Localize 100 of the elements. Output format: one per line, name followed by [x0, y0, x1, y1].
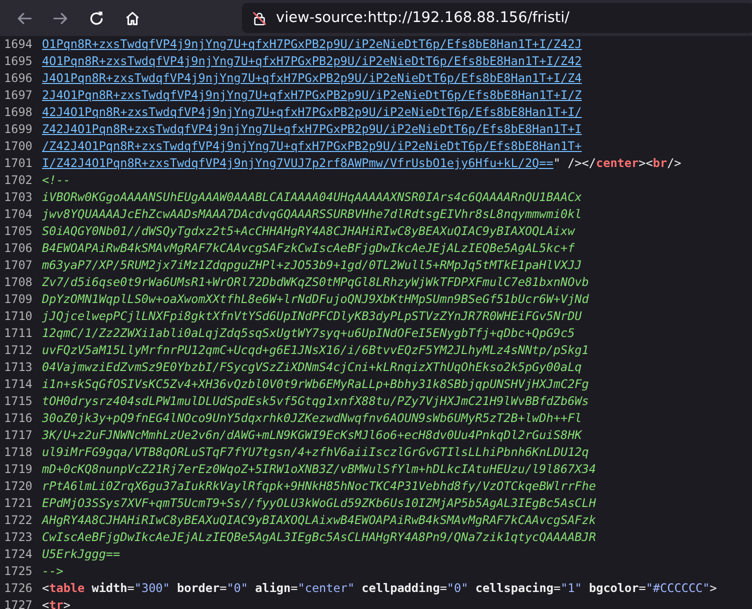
comment-text: iVBORw0KGgoAAAANSUhEUgAAAW0AAABLCAIAAAA04UHqAAAAAXNSR0IArs4c6QAAAARnQU1BAACx [42, 190, 582, 204]
line-number: 1710 [3, 308, 34, 325]
comment-text: <!-- [42, 173, 70, 187]
line-number: 1695 [3, 53, 34, 70]
source-link[interactable]: I/Z42J4O1Pqn8R+zxsTwdqfVP4j9njYng7VUJ7p2rf8AWPmw/VfrUsbO1ejy6Hfu+kL/2Q== [42, 156, 554, 170]
markup-punctuation: < [42, 581, 50, 595]
address-bar[interactable]: view-source:http://192.168.88.156/fristi/ [242, 3, 752, 33]
line-number: 1707 [3, 257, 34, 274]
comment-text: 30oZ0jk3y+pQ9fnEG4lNOco9UnY5dqxrhk0JZKezwdNwqfnv6AOUN9sWb6UMyR5zT2B+lwDh++Fl [42, 411, 582, 425]
comment-text: m63yaP7/XP/5RUM2jx7iMz1ZdqpguZHPl+zJO53b9+1gd/0TL2Wull5+RMpJq5tMTkE1paHlVXJJ [42, 258, 582, 272]
attribute-name: cellspacing [474, 581, 554, 595]
comment-text: uvFQzV5aM15LlyMrfnrPU12qmC+Ucqd+g6E1JNsX16/i/6BtvvEQzF5YM2JLhyMLz4sNNtp/pSkg1 [42, 343, 589, 357]
attribute-value: "#CCCCCC" [646, 581, 710, 595]
markup-punctuation: > [710, 581, 717, 595]
markup-punctuation: = [220, 581, 227, 595]
line-number: 1712 [3, 342, 34, 359]
attribute-name: cellpadding [360, 581, 440, 595]
comment-text: ul9iMrFG9gqa/VTB8qORLuSTqF7fYU7tgsn/4+zfhV6aiiIsczlGrGvGTIlsLLhiPbnh6KnLDU12q [42, 445, 589, 459]
tag-name: br [652, 156, 668, 170]
comment-text: S0iAQGY0Nb01//dWSQyTgdxz2t5+AcCHHAHgRY4A8CJHAHiRIwC8yBEAXuQIAC9yBIAXOQLAixw [42, 224, 575, 238]
source-link[interactable]: J4O1Pqn8R+zxsTwdqfVP4j9njYng7U+qfxH7PGxPB2p9U/iP2eNieDtT6p/Efs8bE8Han1T+I/Z4 [42, 71, 582, 85]
line-number: 1719 [3, 461, 34, 478]
line-number: 1724 [3, 546, 34, 563]
attribute-value: "1" [560, 581, 582, 595]
markup-punctuation: < [42, 598, 50, 609]
source-link[interactable]: 4O1Pqn8R+zxsTwdqfVP4j9njYng7U+qfxH7PGxPB2p9U/iP2eNieDtT6p/Efs8bE8Han1T+I/Z42 [42, 54, 582, 68]
line-number: 1700 [3, 138, 34, 155]
line-number: 1708 [3, 274, 34, 291]
comment-text: U5ErkJggg== [42, 547, 120, 561]
line-number: 1716 [3, 410, 34, 427]
line-number: 1713 [3, 359, 34, 376]
comment-text: mD+0cKQ8nunpVcZ21Rj7erEz0WqoZ+5IRW1oXNB3Z/vBMWulSfYlm+hDLkcIAtuHEUzu/l9l867X34 [42, 462, 596, 476]
line-number: 1721 [3, 495, 34, 512]
comment-text: rPtA6lmLi0ZrqX6gu37aIukRkVaylRfqpk+9HNkH85hNocTKC4P31Vebhd8fy/VzOTCkqeBWlrrFhe [42, 479, 596, 493]
home-icon [124, 10, 140, 26]
comment-text: DpYzOMN1WqplLS0w+oaXwomXXtfhL8e6W+lrNdDFujoQNJ9XbKtHMpSUmn9BSeGf51bUcr6W+VjNd [42, 292, 589, 306]
line-number: 1715 [3, 393, 34, 410]
source-link[interactable]: O1Pqn8R+zxsTwdqfVP4j9njYng7U+qfxH7PGxPB2p9U/iP2eNieDtT6p/Efs8bE8Han1T+I/Z42J [42, 37, 582, 51]
comment-text: jwv8YQUAAAAJcEhZcwAADsMAAA7DAcdvqGQAAARSSURBVHhe7dlRdtsgEIVhr8sL8nqymmwmi0kl [42, 207, 582, 221]
line-number: 1705 [3, 223, 34, 240]
line-number: 1727 [3, 597, 34, 609]
tag-name: center [596, 156, 639, 170]
reload-icon [88, 10, 104, 26]
markup-punctuation: = [553, 581, 561, 595]
comment-text: tOH0drysrz404sdLPW1mulDLUdSpdEsk5vf5Gtqg1xnfX88tu/PZy7VjHXJmC21H9lWvBBfdZb6Ws [42, 394, 589, 408]
attribute-value: "0" [226, 581, 248, 595]
line-number: 1701 [3, 155, 34, 172]
line-number: 1699 [3, 121, 34, 138]
line-number: 1714 [3, 376, 34, 393]
line-number: 1711 [3, 325, 34, 342]
markup-punctuation: = [638, 581, 646, 595]
markup-punctuation: = [290, 581, 298, 595]
source-link[interactable]: 42J4O1Pqn8R+zxsTwdqfVP4j9njYng7U+qfxH7PGxPB2p9U/iP2eNieDtT6p/Efs8bE8Han1T+I/ [42, 105, 582, 119]
line-number: 1718 [3, 444, 34, 461]
url-text: view-source:http://192.168.88.156/fristi/ [276, 10, 570, 26]
comment-text: 12qmC/1/Zz2ZWXi1abli0aLqjZdq5sqSxUgtWY7syq+u6UpINdOFeI5ENygbTfj+qDbc+QpG9c5 [42, 326, 575, 340]
attribute-name: align [254, 581, 291, 595]
comment-text: AHgRY4A8CJHAHiRIwC8yBEAXuQIAC9yBIAXOQLAixwB4EWOAPAiRwB4kSMAvMgRAF7kCAAvcgSAFzk [42, 513, 596, 527]
line-number: 1704 [3, 206, 34, 223]
line-number: 1725 [3, 563, 34, 580]
attribute-value: "0" [446, 581, 468, 595]
line-number: 1720 [3, 478, 34, 495]
line-number: 1703 [3, 189, 34, 206]
markup-punctuation: >< [638, 156, 653, 170]
line-number: 1698 [3, 104, 34, 121]
attribute-value: "300" [134, 581, 170, 595]
markup-punctuation: = [127, 581, 134, 595]
comment-text: --> [42, 564, 64, 578]
comment-text: i1n+skSqGfOSIVsKC5Zv4+XH36vQzbl0V0t9rWb6EMyRaLLp+Bbhy31k8SBbjqpUNSHVjHXJmC2Fg [42, 377, 589, 391]
line-number: 1694 [3, 36, 34, 53]
comment-text: 04VajmwziEdZvmSz9E0YbzbI/FSycgVSzZiXDNmS4cjCni+kLRnqizXThUqOhEkso2k5pGy00aLq [42, 360, 582, 374]
line-number: 1717 [3, 427, 34, 444]
tag-name: tr [49, 598, 64, 609]
line-number: 1696 [3, 70, 34, 87]
attribute-value: "center" [298, 581, 355, 595]
comment-text: 3K/U+z2uFJNWNcMmhLzUe2v6n/dAWG+mLN9KGWI9EcKsMJl6o6+ecH8dv0Uu4PnkqDl2rGuiS8HK [42, 428, 582, 442]
comment-text: Zv7/d5i6qse0t9rWa6UMsR1+WrORl72DbdWKqZS0tMPqGl8LRhzyWjWkTFDPXFmulC7e81bxnNOvb [42, 275, 589, 289]
comment-text: CwIscAeBFjgDwIkcAeJEjALzIEQBe5AgAL3IEgBc5AsCLHAHgRY4A8Pn9/QNa7zik1qtycQAAAABJR [42, 530, 596, 544]
line-number: 1702 [3, 172, 34, 189]
line-number: 1709 [3, 291, 34, 308]
line-number: 1723 [3, 529, 34, 546]
source-link[interactable]: Z42J4O1Pqn8R+zxsTwdqfVP4j9njYng7U+qfxH7PGxPB2p9U/iP2eNieDtT6p/Efs8bE8Han1T+I [42, 122, 582, 136]
source-link[interactable]: 2J4O1Pqn8R+zxsTwdqfVP4j9njYng7U+qfxH7PGxPB2p9U/iP2eNieDtT6p/Efs8bE8Han1T+I/Z [42, 88, 582, 102]
markup-punctuation: > [63, 598, 70, 609]
comment-text: EPdMjO3SSys7XVF+qmT5UcmT9+Ss//fyyOLU3kWoGLd59ZKb6Us10IZMjAP5b5AgAL3IEgBc5AsCLH [42, 496, 596, 510]
tag-name: table [49, 581, 85, 595]
markup-punctuation: " /></ [553, 156, 596, 170]
line-number: 1697 [3, 87, 34, 104]
line-number: 1722 [3, 512, 34, 529]
attribute-name: border [176, 581, 220, 595]
comment-text: jJQjcelwepPCjlLNXFpi8gktXfnVtYSd6UpINdPFCDlyKB3dyPLpSTVzZYnJR7R0WHEiFGv5NrDU [42, 309, 582, 323]
comment-text: B4EWOAPAiRwB4kSMAvMgRAF7kCAAvcgSAFzkCwIscAeBFjgDwIkcAeJEjALzIEQBe5AgAL5kc+f [42, 241, 575, 255]
markup-punctuation: /> [667, 156, 682, 170]
line-number: 1706 [3, 240, 34, 257]
markup-punctuation: = [440, 581, 447, 595]
attribute-name: width [90, 581, 128, 595]
line-number: 1726 [3, 580, 34, 597]
source-link[interactable]: /Z42J4O1Pqn8R+zxsTwdqfVP4j9njYng7U+qfxH7PGxPB2p9U/iP2eNieDtT6p/Efs8bE8Han1T+ [42, 139, 582, 153]
attribute-name: bgcolor [588, 581, 639, 595]
insecure-lock-icon [252, 10, 267, 26]
